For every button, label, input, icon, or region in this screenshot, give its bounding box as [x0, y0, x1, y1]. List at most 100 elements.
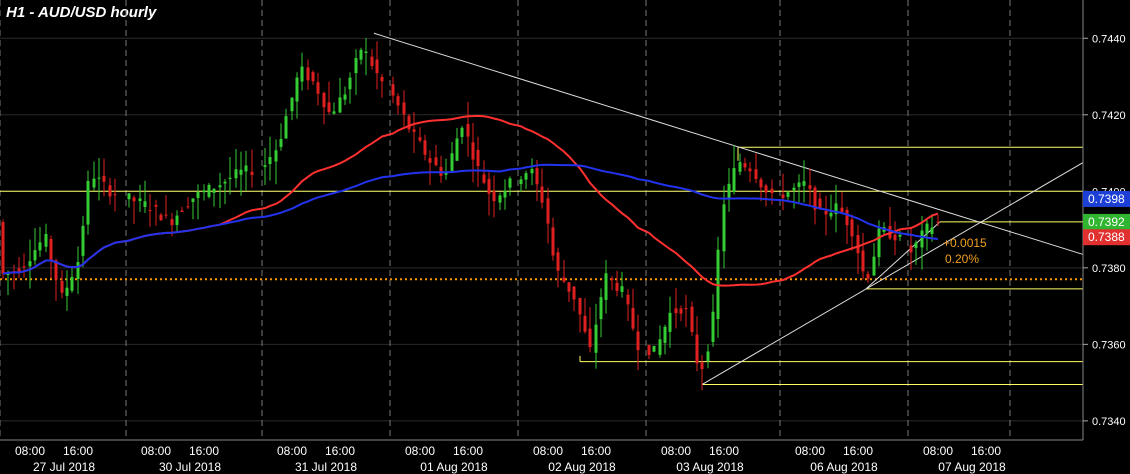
- candle-body[interactable]: [186, 206, 190, 208]
- candle-body[interactable]: [306, 67, 310, 81]
- candle-body[interactable]: [786, 192, 790, 197]
- candle-body[interactable]: [781, 194, 785, 199]
- candle-body[interactable]: [102, 175, 106, 182]
- candle-body[interactable]: [631, 307, 635, 329]
- candle-body[interactable]: [132, 197, 136, 202]
- candle-body[interactable]: [196, 191, 200, 199]
- candle-body[interactable]: [909, 245, 913, 253]
- candle-body[interactable]: [175, 215, 179, 226]
- candle-body[interactable]: [38, 242, 42, 251]
- candle-body[interactable]: [770, 188, 774, 194]
- candle-body[interactable]: [234, 169, 238, 179]
- candle-body[interactable]: [159, 214, 163, 221]
- candle-body[interactable]: [535, 168, 539, 185]
- candle-body[interactable]: [391, 84, 395, 96]
- candle-body[interactable]: [338, 97, 342, 113]
- candle-body[interactable]: [65, 287, 69, 296]
- candle-body[interactable]: [97, 177, 101, 179]
- candle-body[interactable]: [808, 185, 812, 189]
- candle-body[interactable]: [663, 326, 667, 343]
- candle-body[interactable]: [450, 153, 454, 171]
- candle-body[interactable]: [877, 228, 881, 258]
- candle-body[interactable]: [818, 198, 822, 209]
- candle-body[interactable]: [652, 345, 656, 352]
- candle-body[interactable]: [332, 111, 336, 114]
- candle-body[interactable]: [936, 221, 940, 223]
- candle-body[interactable]: [508, 178, 512, 188]
- candle-body[interactable]: [850, 219, 854, 237]
- candle-body[interactable]: [546, 198, 550, 224]
- candle-body[interactable]: [572, 286, 576, 300]
- candle-body[interactable]: [1, 222, 5, 274]
- candle-body[interactable]: [279, 138, 283, 147]
- candle-body[interactable]: [647, 345, 651, 355]
- candle-body[interactable]: [428, 158, 432, 163]
- candle-body[interactable]: [164, 214, 168, 216]
- candle-body[interactable]: [684, 308, 688, 310]
- candle-body[interactable]: [872, 256, 876, 276]
- candle-body[interactable]: [743, 163, 747, 168]
- candle-body[interactable]: [380, 77, 384, 82]
- candle-body[interactable]: [295, 77, 299, 102]
- candle-body[interactable]: [228, 177, 232, 179]
- candle-body[interactable]: [599, 297, 603, 320]
- candle-body[interactable]: [679, 308, 683, 314]
- candle-body[interactable]: [920, 230, 924, 248]
- candle-body[interactable]: [578, 298, 582, 315]
- candle-body[interactable]: [567, 282, 571, 292]
- candle-body[interactable]: [914, 242, 918, 249]
- candle-body[interactable]: [263, 165, 267, 168]
- candle-body[interactable]: [70, 276, 74, 291]
- candle-body[interactable]: [207, 184, 211, 197]
- candle-body[interactable]: [540, 186, 544, 203]
- candle-body[interactable]: [829, 212, 833, 217]
- candle-body[interactable]: [925, 223, 929, 234]
- candle-body[interactable]: [44, 233, 48, 247]
- candle-body[interactable]: [748, 168, 752, 172]
- candle-body[interactable]: [866, 273, 870, 279]
- candle-body[interactable]: [487, 179, 491, 194]
- candle-body[interactable]: [322, 92, 326, 108]
- candle-body[interactable]: [455, 138, 459, 161]
- candle-body[interactable]: [930, 227, 934, 235]
- candle-body[interactable]: [348, 77, 352, 90]
- candle-body[interactable]: [476, 149, 480, 167]
- candle-body[interactable]: [49, 238, 53, 261]
- candle-body[interactable]: [290, 97, 294, 112]
- price-chart[interactable]: 0.73400.73600.73800.74000.74200.74400.73…: [0, 0, 1130, 474]
- candle-body[interactable]: [148, 210, 152, 212]
- candle-body[interactable]: [492, 191, 496, 202]
- candle-body[interactable]: [300, 66, 304, 82]
- candle-body[interactable]: [503, 190, 507, 198]
- candle-body[interactable]: [180, 210, 184, 212]
- candle-body[interactable]: [583, 315, 587, 332]
- candle-body[interactable]: [138, 198, 142, 202]
- candle-body[interactable]: [471, 142, 475, 160]
- candle-body[interactable]: [700, 362, 704, 370]
- candle-body[interactable]: [359, 49, 363, 60]
- candle-body[interactable]: [498, 195, 502, 203]
- candle-body[interactable]: [460, 127, 464, 137]
- candle-body[interactable]: [840, 207, 844, 213]
- candle-body[interactable]: [562, 277, 566, 282]
- candle-body[interactable]: [60, 280, 64, 293]
- candle-body[interactable]: [898, 234, 902, 237]
- candle-body[interactable]: [364, 51, 368, 53]
- candle-body[interactable]: [423, 140, 427, 155]
- candle-body[interactable]: [824, 210, 828, 215]
- candle-body[interactable]: [418, 137, 422, 141]
- candle-body[interactable]: [706, 351, 710, 361]
- candle-body[interactable]: [354, 58, 358, 74]
- candle-body[interactable]: [861, 250, 865, 272]
- candle-body[interactable]: [674, 308, 678, 314]
- candle-body[interactable]: [615, 282, 619, 291]
- candle-body[interactable]: [802, 181, 806, 186]
- candle-body[interactable]: [668, 312, 672, 332]
- candle-body[interactable]: [530, 168, 534, 174]
- candle-body[interactable]: [524, 173, 528, 180]
- candle-body[interactable]: [375, 59, 379, 74]
- candle-body[interactable]: [792, 187, 796, 191]
- candle-body[interactable]: [22, 266, 26, 268]
- candle-body[interactable]: [610, 278, 614, 280]
- candle-body[interactable]: [690, 306, 694, 333]
